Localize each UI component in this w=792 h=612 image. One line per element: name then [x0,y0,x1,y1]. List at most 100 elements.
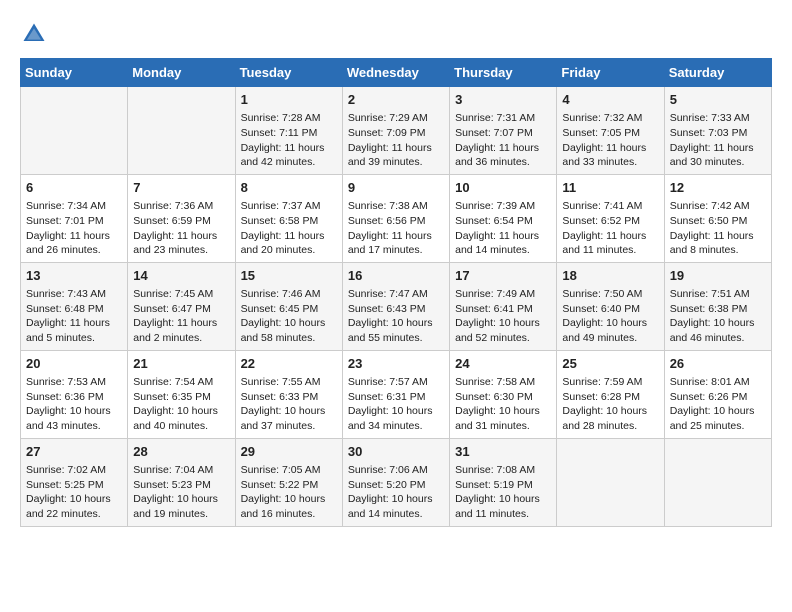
day-number: 4 [562,91,658,109]
day-cell: 3 Sunrise: 7:31 AMSunset: 7:07 PMDaylight… [450,87,557,175]
day-info: Sunrise: 7:34 AMSunset: 7:01 PMDaylight:… [26,199,122,258]
day-cell: 19 Sunrise: 7:51 AMSunset: 6:38 PMDayligh… [664,262,771,350]
day-info: Sunrise: 7:31 AMSunset: 7:07 PMDaylight:… [455,111,551,170]
logo [20,20,52,48]
day-cell: 24Sunrise: 7:58 AMSunset: 6:30 PMDayligh… [450,350,557,438]
day-cell: 26Sunrise: 8:01 AMSunset: 6:26 PMDayligh… [664,350,771,438]
day-info: Sunrise: 7:29 AMSunset: 7:09 PMDaylight:… [348,111,444,170]
day-number: 1 [241,91,337,109]
day-info: Sunrise: 7:55 AMSunset: 6:33 PMDaylight:… [241,375,337,434]
day-info: Sunrise: 7:45 AMSunset: 6:47 PMDaylight:… [133,287,229,346]
week-row-1: 1 Sunrise: 7:28 AMSunset: 7:11 PMDaylight… [21,87,772,175]
day-cell: 18Sunrise: 7:50 AMSunset: 6:40 PMDayligh… [557,262,664,350]
day-number: 6 [26,179,122,197]
day-number: 9 [348,179,444,197]
day-info: Sunrise: 8:01 AMSunset: 6:26 PMDaylight:… [670,375,766,434]
day-number: 27 [26,443,122,461]
day-cell: 8Sunrise: 7:37 AMSunset: 6:58 PMDaylight… [235,174,342,262]
weekday-header-friday: Friday [557,59,664,87]
day-info: Sunrise: 7:36 AMSunset: 6:59 PMDaylight:… [133,199,229,258]
day-number: 29 [241,443,337,461]
day-info: Sunrise: 7:41 AMSunset: 6:52 PMDaylight:… [562,199,658,258]
day-cell: 20Sunrise: 7:53 AMSunset: 6:36 PMDayligh… [21,350,128,438]
week-row-5: 27 Sunrise: 7:02 AMSunset: 5:25 PMDayligh… [21,438,772,526]
day-info: Sunrise: 7:32 AMSunset: 7:05 PMDaylight:… [562,111,658,170]
day-info: Sunrise: 7:37 AMSunset: 6:58 PMDaylight:… [241,199,337,258]
day-cell: 22 Sunrise: 7:55 AMSunset: 6:33 PMDayligh… [235,350,342,438]
day-cell: 23Sunrise: 7:57 AMSunset: 6:31 PMDayligh… [342,350,449,438]
day-number: 7 [133,179,229,197]
day-number: 28 [133,443,229,461]
logo-icon [20,20,48,48]
day-cell [557,438,664,526]
day-cell: 5Sunrise: 7:33 AMSunset: 7:03 PMDaylight… [664,87,771,175]
day-cell: 17Sunrise: 7:49 AMSunset: 6:41 PMDayligh… [450,262,557,350]
day-number: 21 [133,355,229,373]
day-number: 3 [455,91,551,109]
day-number: 18 [562,267,658,285]
day-cell: 10 Sunrise: 7:39 AMSunset: 6:54 PMDayligh… [450,174,557,262]
day-number: 2 [348,91,444,109]
day-number: 22 [241,355,337,373]
day-info: Sunrise: 7:47 AMSunset: 6:43 PMDaylight:… [348,287,444,346]
day-info: Sunrise: 7:39 AMSunset: 6:54 PMDaylight:… [455,199,551,258]
day-cell: 13 Sunrise: 7:43 AMSunset: 6:48 PMDayligh… [21,262,128,350]
day-number: 5 [670,91,766,109]
calendar-body: 1 Sunrise: 7:28 AMSunset: 7:11 PMDaylight… [21,87,772,527]
day-cell: 2 Sunrise: 7:29 AMSunset: 7:09 PMDaylight… [342,87,449,175]
day-number: 25 [562,355,658,373]
day-cell: 11 Sunrise: 7:41 AMSunset: 6:52 PMDayligh… [557,174,664,262]
day-info: Sunrise: 7:42 AMSunset: 6:50 PMDaylight:… [670,199,766,258]
day-cell: 15 Sunrise: 7:46 AMSunset: 6:45 PMDayligh… [235,262,342,350]
day-cell: 7 Sunrise: 7:36 AMSunset: 6:59 PMDaylight… [128,174,235,262]
day-number: 11 [562,179,658,197]
day-info: Sunrise: 7:06 AMSunset: 5:20 PMDaylight:… [348,463,444,522]
day-info: Sunrise: 7:43 AMSunset: 6:48 PMDaylight:… [26,287,122,346]
week-row-2: 6 Sunrise: 7:34 AMSunset: 7:01 PMDaylight… [21,174,772,262]
weekday-header-tuesday: Tuesday [235,59,342,87]
day-cell: 29 Sunrise: 7:05 AMSunset: 5:22 PMDayligh… [235,438,342,526]
day-number: 31 [455,443,551,461]
day-number: 24 [455,355,551,373]
day-info: Sunrise: 7:08 AMSunset: 5:19 PMDaylight:… [455,463,551,522]
day-cell [21,87,128,175]
weekday-header-wednesday: Wednesday [342,59,449,87]
day-number: 30 [348,443,444,461]
day-info: Sunrise: 7:51 AMSunset: 6:38 PMDaylight:… [670,287,766,346]
day-cell: 1 Sunrise: 7:28 AMSunset: 7:11 PMDaylight… [235,87,342,175]
day-number: 10 [455,179,551,197]
day-number: 20 [26,355,122,373]
weekday-header-saturday: Saturday [664,59,771,87]
day-info: Sunrise: 7:28 AMSunset: 7:11 PMDaylight:… [241,111,337,170]
calendar-table: SundayMondayTuesdayWednesdayThursdayFrid… [20,58,772,527]
weekday-header-sunday: Sunday [21,59,128,87]
day-cell: 25Sunrise: 7:59 AMSunset: 6:28 PMDayligh… [557,350,664,438]
day-cell: 31 Sunrise: 7:08 AMSunset: 5:19 PMDayligh… [450,438,557,526]
day-number: 23 [348,355,444,373]
day-cell: 21 Sunrise: 7:54 AMSunset: 6:35 PMDayligh… [128,350,235,438]
page-header [20,20,772,48]
weekday-header-thursday: Thursday [450,59,557,87]
day-info: Sunrise: 7:54 AMSunset: 6:35 PMDaylight:… [133,375,229,434]
day-info: Sunrise: 7:04 AMSunset: 5:23 PMDaylight:… [133,463,229,522]
day-number: 16 [348,267,444,285]
weekday-row: SundayMondayTuesdayWednesdayThursdayFrid… [21,59,772,87]
week-row-4: 20Sunrise: 7:53 AMSunset: 6:36 PMDayligh… [21,350,772,438]
day-info: Sunrise: 7:05 AMSunset: 5:22 PMDaylight:… [241,463,337,522]
day-number: 15 [241,267,337,285]
day-info: Sunrise: 7:02 AMSunset: 5:25 PMDaylight:… [26,463,122,522]
day-cell: 12Sunrise: 7:42 AMSunset: 6:50 PMDayligh… [664,174,771,262]
day-info: Sunrise: 7:38 AMSunset: 6:56 PMDaylight:… [348,199,444,258]
day-info: Sunrise: 7:49 AMSunset: 6:41 PMDaylight:… [455,287,551,346]
day-cell: 16 Sunrise: 7:47 AMSunset: 6:43 PMDayligh… [342,262,449,350]
day-cell: 4 Sunrise: 7:32 AMSunset: 7:05 PMDaylight… [557,87,664,175]
day-cell: 27 Sunrise: 7:02 AMSunset: 5:25 PMDayligh… [21,438,128,526]
day-cell [664,438,771,526]
day-number: 19 [670,267,766,285]
day-cell: 14Sunrise: 7:45 AMSunset: 6:47 PMDayligh… [128,262,235,350]
day-number: 13 [26,267,122,285]
day-cell: 9 Sunrise: 7:38 AMSunset: 6:56 PMDaylight… [342,174,449,262]
day-cell: 30 Sunrise: 7:06 AMSunset: 5:20 PMDayligh… [342,438,449,526]
day-info: Sunrise: 7:46 AMSunset: 6:45 PMDaylight:… [241,287,337,346]
week-row-3: 13 Sunrise: 7:43 AMSunset: 6:48 PMDayligh… [21,262,772,350]
